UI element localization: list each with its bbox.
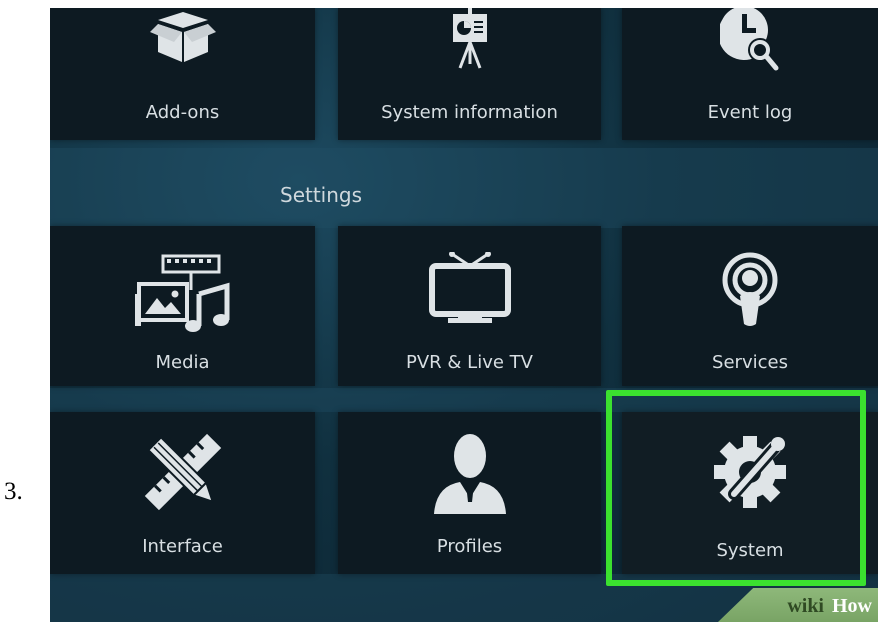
step-number: 3.	[4, 478, 23, 505]
tile-label: Media	[155, 352, 210, 373]
tile-services[interactable]: Services	[622, 226, 878, 386]
kodi-settings-screen: Add-ons System information Event log Set…	[50, 8, 878, 622]
tile-system-information[interactable]: System information	[338, 8, 601, 140]
watermark-how-text: How	[832, 595, 872, 617]
system-highlight-box	[606, 390, 866, 586]
section-band	[50, 148, 878, 228]
tile-label: Add-ons	[145, 102, 220, 123]
media-icon	[134, 254, 229, 332]
tile-event-log[interactable]: Event log	[622, 8, 878, 140]
user-icon	[433, 434, 506, 514]
section-title-settings: Settings	[280, 183, 363, 207]
tile-label: System information	[381, 102, 558, 123]
tile-add-ons[interactable]: Add-ons	[50, 8, 315, 140]
tile-label: Interface	[142, 536, 223, 557]
watermark-wiki-text: wiki	[787, 595, 824, 617]
tile-label: PVR & Live TV	[406, 352, 533, 373]
tile-interface[interactable]: Interface	[50, 412, 315, 574]
podcast-icon	[722, 252, 778, 326]
tv-icon	[428, 252, 511, 323]
tile-label: Services	[712, 352, 788, 373]
tile-pvr-live-tv[interactable]: PVR & Live TV	[338, 226, 601, 386]
tile-profiles[interactable]: Profiles	[338, 412, 601, 574]
box-icon	[149, 12, 216, 62]
clock-search-icon	[720, 8, 779, 71]
tile-media[interactable]: Media	[50, 226, 315, 386]
tile-label: Profiles	[436, 536, 503, 557]
presentation-board-icon	[452, 8, 487, 69]
ruler-pencil-icon	[144, 433, 221, 511]
tile-label: Event log	[707, 102, 793, 123]
